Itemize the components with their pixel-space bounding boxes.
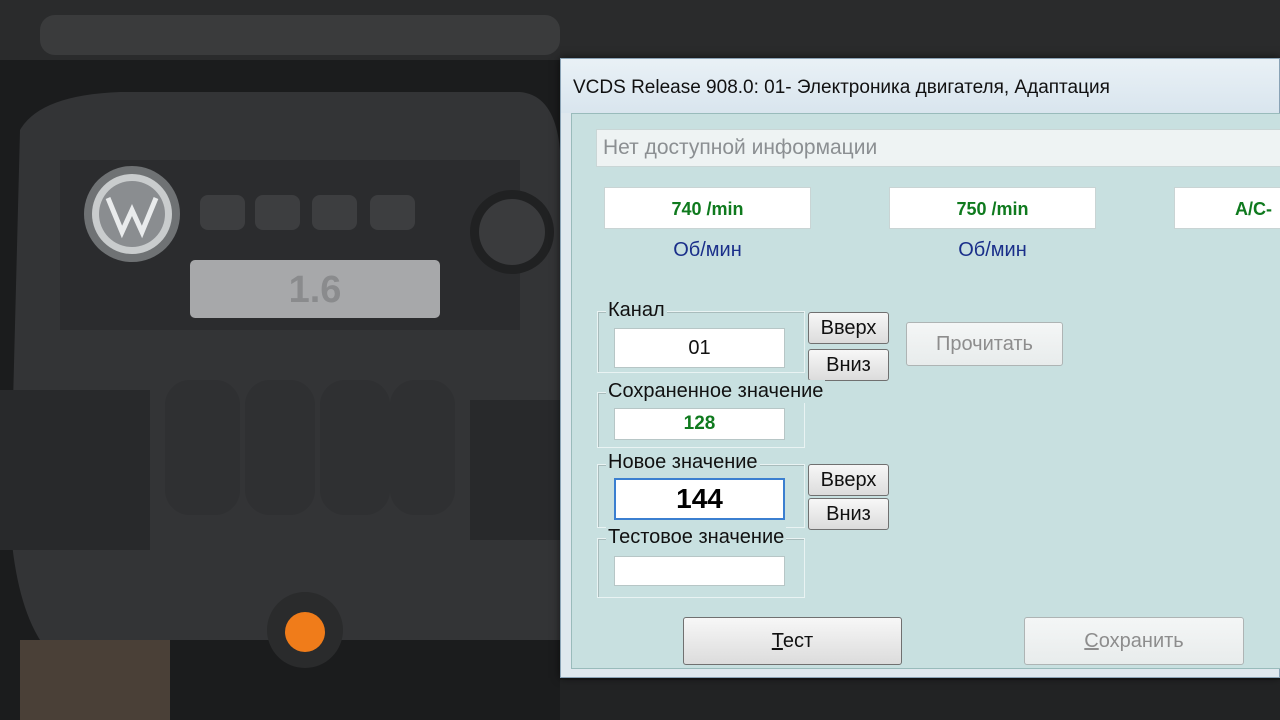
test-value-field	[614, 556, 785, 586]
measurement-unit-2: Об/мин	[958, 239, 1027, 261]
new-value-input[interactable]: 144	[614, 478, 785, 520]
measurement-value-2: 750 /min	[889, 187, 1096, 229]
measurement-unit-1: Об/мин	[673, 239, 742, 261]
channel-input[interactable]: 01	[614, 328, 785, 368]
save-button-label: охранить	[1098, 629, 1184, 652]
channel-down-button[interactable]: Вниз	[808, 349, 889, 381]
test-button-label: ест	[782, 629, 814, 652]
new-value-up-button[interactable]: Вверх	[808, 464, 889, 496]
saved-value-label: Сохраненное значение	[606, 380, 826, 403]
test-button[interactable]: Тест	[683, 617, 902, 665]
channel-label: Канал	[606, 299, 667, 322]
measurement-value-3: A/C-	[1174, 187, 1280, 229]
save-button[interactable]: Сохранить	[1024, 617, 1244, 665]
vcds-adaptation-window: VCDS Release 908.0: 01- Электроника двиг…	[560, 58, 1280, 678]
save-button-hotkey: С	[1084, 629, 1099, 652]
engine-badge-text: 1.6	[289, 269, 342, 311]
measurement-value-1: 740 /min	[604, 187, 811, 229]
new-value-label: Новое значение	[606, 451, 760, 474]
test-value-label: Тестовое значение	[606, 526, 787, 549]
window-title: VCDS Release 908.0: 01- Электроника двиг…	[573, 77, 1110, 98]
read-button[interactable]: Прочитать	[906, 322, 1063, 366]
channel-up-button[interactable]: Вверх	[808, 312, 889, 344]
saved-value-field: 128	[614, 408, 785, 440]
title-bar[interactable]: VCDS Release 908.0: 01- Электроника двиг…	[561, 59, 1279, 113]
test-button-hotkey: Т	[771, 629, 783, 652]
info-status-field: Нет доступной информации	[596, 129, 1280, 167]
new-value-down-button[interactable]: Вниз	[808, 498, 889, 530]
